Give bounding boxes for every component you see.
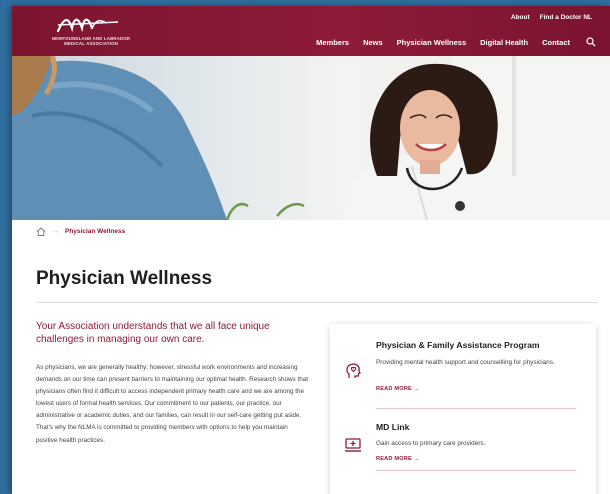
- search-icon[interactable]: [586, 37, 596, 47]
- resource-description: Gain access to primary care providers.: [376, 440, 486, 447]
- main-nav: Members News Physician Wellness Digital …: [316, 37, 596, 47]
- card-divider: [376, 408, 576, 409]
- medical-monitor-icon: [345, 438, 361, 452]
- read-more-link[interactable]: READ MORE →: [376, 386, 420, 392]
- top-link-find-a-doctor[interactable]: Find a Doctor NL: [540, 14, 592, 21]
- title-divider: [36, 302, 598, 303]
- intro-body: As physicians, we are generally healthy;…: [36, 364, 308, 444]
- hero-image: [12, 56, 610, 220]
- browser-frame: NEWFOUNDLAND AND LABRADOR MEDICAL ASSOCI…: [12, 6, 610, 494]
- page-title: Physician Wellness: [36, 268, 213, 289]
- top-link-about[interactable]: About: [511, 14, 530, 21]
- logo-subtext: NEWFOUNDLAND AND LABRADOR MEDICAL ASSOCI…: [36, 36, 146, 46]
- site-header: NEWFOUNDLAND AND LABRADOR MEDICAL ASSOCI…: [12, 6, 610, 56]
- breadcrumb: → Physician Wellness: [36, 227, 125, 236]
- nav-item-news[interactable]: News: [363, 38, 383, 47]
- nlma-logo-mark: [56, 18, 119, 33]
- intro-heading: Your Association understands that we all…: [36, 321, 270, 345]
- breadcrumb-current: Physician Wellness: [65, 228, 126, 235]
- breadcrumb-separator-icon: →: [52, 228, 59, 235]
- resource-title[interactable]: Physician & Family Assistance Program: [376, 340, 540, 350]
- home-icon[interactable]: [36, 227, 46, 236]
- nav-item-contact[interactable]: Contact: [542, 38, 570, 47]
- nav-item-physician-wellness[interactable]: Physician Wellness: [397, 38, 466, 47]
- doctor-patient-photo: [12, 56, 610, 220]
- read-more-link[interactable]: READ MORE →: [376, 456, 420, 462]
- nav-item-digital-health[interactable]: Digital Health: [480, 38, 528, 47]
- nlma-logo[interactable]: NEWFOUNDLAND AND LABRADOR MEDICAL ASSOCI…: [36, 14, 146, 50]
- resource-description: Providing mental health support and coun…: [376, 359, 555, 366]
- utility-links: About Find a Doctor NL: [511, 14, 592, 21]
- card-divider: [376, 470, 576, 471]
- nav-item-members[interactable]: Members: [316, 38, 349, 47]
- resource-title[interactable]: MD Link: [376, 422, 409, 432]
- head-heart-icon: [346, 363, 361, 378]
- logo-subtext-line2: MEDICAL ASSOCIATION: [64, 41, 118, 46]
- resources-card: Physician & Family Assistance Program Pr…: [330, 324, 596, 494]
